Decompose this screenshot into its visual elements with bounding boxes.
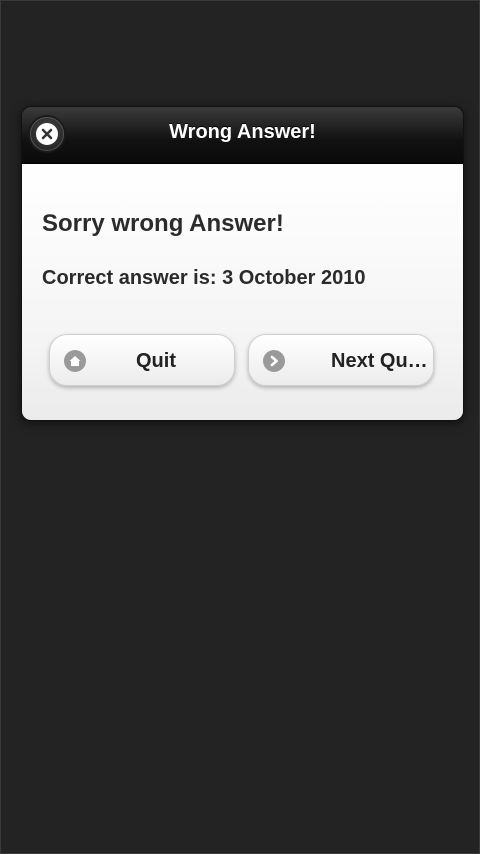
quit-button[interactable]: Quit [49,334,235,386]
quit-button-label: Quit [136,350,176,372]
home-icon [64,350,86,372]
dialog-header: Wrong Answer! [22,107,463,164]
correct-answer-text: Correct answer is: 3 October 2010 [42,267,366,289]
dialog-body: Sorry wrong Answer! Correct answer is: 3… [22,164,463,420]
wrong-answer-dialog: Wrong Answer! Sorry wrong Answer! Correc… [21,106,464,421]
result-heading: Sorry wrong Answer! [42,210,284,237]
screen: Wrong Answer! Sorry wrong Answer! Correc… [0,0,480,854]
next-question-button[interactable]: Next Qu… [248,334,434,386]
dialog-title: Wrong Answer! [169,121,316,143]
chevron-right-icon [263,350,285,372]
next-question-button-label: Next Qu… [331,350,428,372]
